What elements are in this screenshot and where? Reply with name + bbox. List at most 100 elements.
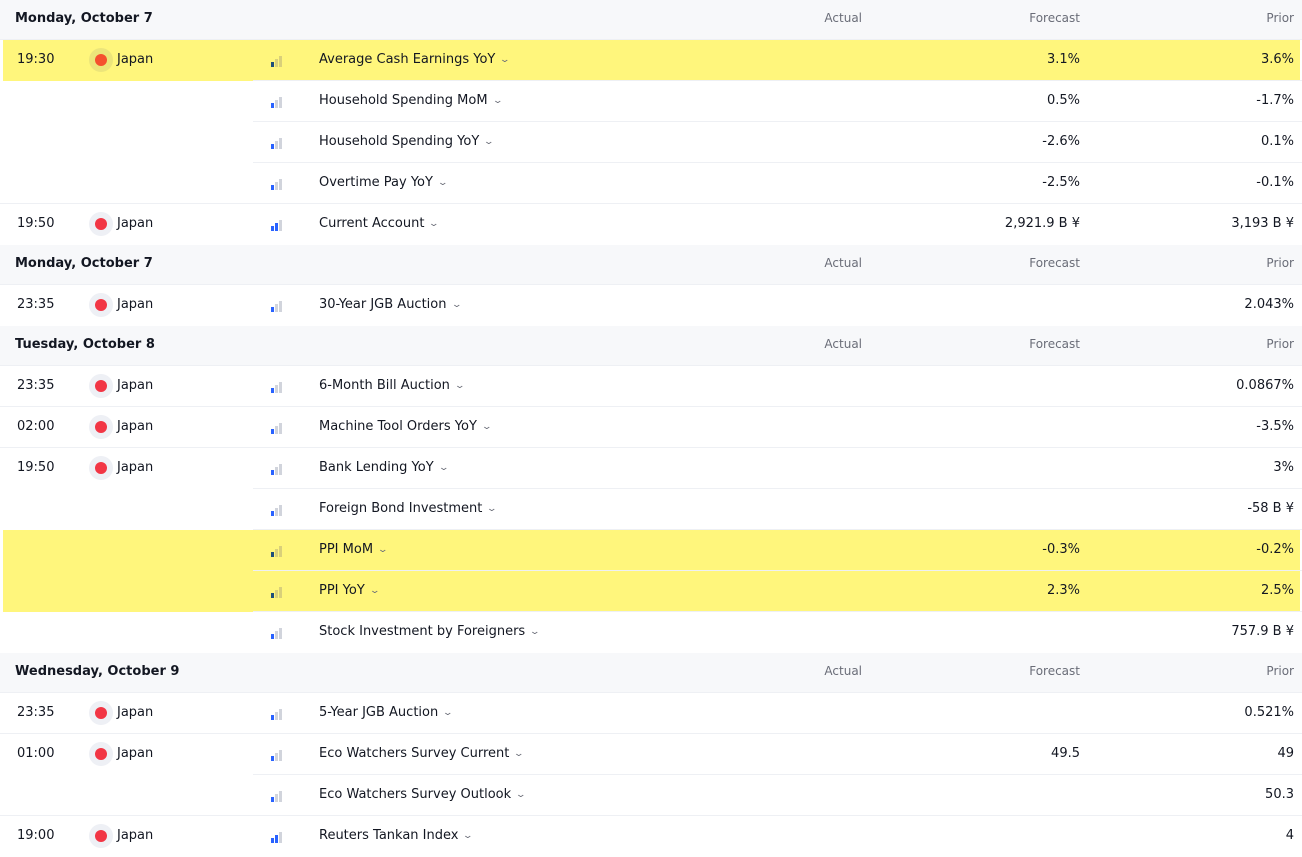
event-name: Household Spending YoY: [319, 134, 480, 149]
chevron-down-icon[interactable]: ⌄: [442, 708, 453, 718]
event-row[interactable]: 19:00 Japan Reuters Tankan Index ⌄ 4: [0, 816, 1302, 857]
importance-bars-icon: [271, 503, 285, 516]
importance-bar-1: [271, 470, 274, 475]
column-actual-label: Actual: [824, 256, 862, 270]
importance-bar-2: [275, 426, 278, 434]
importance-bars-icon: [271, 218, 285, 231]
importance-bar-2: [275, 590, 278, 598]
event-prior: 50.3: [1265, 787, 1294, 802]
japan-flag-icon: [89, 374, 113, 398]
event-prior: 0.1%: [1260, 134, 1294, 149]
importance-bar-1: [271, 797, 274, 802]
importance-bar-3: [279, 220, 282, 231]
importance-bar-3: [279, 628, 282, 639]
importance-bar-1: [271, 715, 274, 720]
chevron-down-icon[interactable]: ⌄: [463, 831, 474, 841]
event-name-button[interactable]: Machine Tool Orders YoY ⌄: [319, 419, 492, 434]
event-time: 19:50: [17, 460, 55, 475]
chevron-down-icon[interactable]: ⌄: [438, 463, 449, 473]
event-prior: -0.1%: [1256, 175, 1294, 190]
column-prior-label: Prior: [1266, 11, 1294, 25]
event-row[interactable]: 19:50 Japan Current Account ⌄ 2,921.9 B ¥…: [0, 204, 1302, 245]
importance-bars-icon: [271, 380, 285, 393]
importance-bars-icon: [271, 544, 285, 557]
importance-bar-2: [275, 712, 278, 720]
event-name-button[interactable]: Eco Watchers Survey Current ⌄: [319, 746, 525, 761]
event-name-button[interactable]: PPI YoY ⌄: [319, 583, 380, 598]
chevron-down-icon[interactable]: ⌄: [481, 422, 492, 432]
event-row[interactable]: 23:35 Japan 5-Year JGB Auction ⌄ 0.521%: [0, 693, 1302, 734]
flag-dot: [95, 299, 107, 311]
importance-bar-2: [275, 59, 278, 67]
chevron-down-icon[interactable]: ⌄: [515, 790, 526, 800]
event-row[interactable]: 01:00 Japan Eco Watchers Survey Current ⌄…: [0, 734, 1302, 775]
chevron-down-icon[interactable]: ⌄: [437, 178, 448, 188]
event-prior: 49: [1277, 746, 1294, 761]
event-row[interactable]: Household Spending YoY ⌄ -2.6% 0.1%: [0, 122, 1302, 163]
chevron-down-icon[interactable]: ⌄: [369, 586, 380, 596]
chevron-down-icon[interactable]: ⌄: [487, 504, 498, 514]
event-name-button[interactable]: Overtime Pay YoY ⌄: [319, 175, 448, 190]
japan-flag-icon: [89, 456, 113, 480]
event-row[interactable]: Household Spending MoM ⌄ 0.5% -1.7%: [0, 81, 1302, 122]
event-country: Japan: [117, 297, 154, 312]
importance-bar-1: [271, 185, 274, 190]
importance-bar-1: [271, 307, 274, 312]
chevron-down-icon[interactable]: ⌄: [492, 96, 503, 106]
event-row[interactable]: Foreign Bond Investment ⌄ -58 B ¥: [0, 489, 1302, 530]
event-row[interactable]: Stock Investment by Foreigners ⌄ 757.9 B …: [0, 612, 1302, 653]
event-row[interactable]: PPI MoM ⌄ -0.3% -0.2%: [0, 530, 1302, 571]
event-prior: 2.043%: [1244, 297, 1294, 312]
event-row[interactable]: 23:35 Japan 6-Month Bill Auction ⌄ 0.0867…: [0, 366, 1302, 407]
event-prior: 3%: [1273, 460, 1294, 475]
importance-bars-icon: [271, 421, 285, 434]
importance-bar-2: [275, 223, 278, 231]
event-name: Current Account: [319, 216, 425, 231]
event-name-button[interactable]: Household Spending MoM ⌄: [319, 93, 503, 108]
event-name-button[interactable]: Reuters Tankan Index ⌄: [319, 828, 474, 843]
event-name-button[interactable]: Average Cash Earnings YoY ⌄: [319, 52, 511, 67]
importance-bar-1: [271, 552, 274, 557]
event-name-button[interactable]: 6-Month Bill Auction ⌄: [319, 378, 465, 393]
economic-calendar: Monday, October 7 Actual Forecast Prior …: [0, 0, 1302, 857]
event-name-button[interactable]: Stock Investment by Foreigners ⌄: [319, 624, 541, 639]
date-header: Monday, October 7 Actual Forecast Prior: [0, 0, 1302, 40]
importance-bar-2: [275, 549, 278, 557]
chevron-down-icon[interactable]: ⌄: [499, 55, 510, 65]
event-row[interactable]: Overtime Pay YoY ⌄ -2.5% -0.1%: [0, 163, 1302, 204]
event-row[interactable]: 23:35 Japan 30-Year JGB Auction ⌄ 2.043%: [0, 285, 1302, 326]
event-time: 23:35: [17, 705, 55, 720]
importance-bar-3: [279, 587, 282, 598]
chevron-down-icon[interactable]: ⌄: [483, 137, 494, 147]
event-name: Average Cash Earnings YoY: [319, 52, 496, 67]
event-row[interactable]: Eco Watchers Survey Outlook ⌄ 50.3: [0, 775, 1302, 816]
event-name-button[interactable]: Foreign Bond Investment ⌄: [319, 501, 498, 516]
column-actual-label: Actual: [824, 337, 862, 351]
flag-dot: [95, 54, 107, 66]
chevron-down-icon[interactable]: ⌄: [377, 545, 388, 555]
column-forecast-label: Forecast: [1029, 664, 1080, 678]
event-name-button[interactable]: 5-Year JGB Auction ⌄: [319, 705, 454, 720]
importance-bar-1: [271, 388, 274, 393]
event-name-button[interactable]: Eco Watchers Survey Outlook ⌄: [319, 787, 527, 802]
event-name-button[interactable]: Bank Lending YoY ⌄: [319, 460, 449, 475]
chevron-down-icon[interactable]: ⌄: [451, 300, 462, 310]
event-row[interactable]: PPI YoY ⌄ 2.3% 2.5%: [0, 571, 1302, 612]
event-row[interactable]: 19:30 Japan Average Cash Earnings YoY ⌄ 3…: [0, 40, 1302, 81]
chevron-down-icon[interactable]: ⌄: [513, 749, 524, 759]
importance-bar-3: [279, 56, 282, 67]
chevron-down-icon[interactable]: ⌄: [529, 627, 540, 637]
event-row[interactable]: 02:00 Japan Machine Tool Orders YoY ⌄ -3.…: [0, 407, 1302, 448]
event-name-button[interactable]: PPI MoM ⌄: [319, 542, 388, 557]
event-row[interactable]: 19:50 Japan Bank Lending YoY ⌄ 3%: [0, 448, 1302, 489]
importance-bar-3: [279, 791, 282, 802]
event-prior: 0.521%: [1244, 705, 1294, 720]
chevron-down-icon[interactable]: ⌄: [429, 219, 440, 229]
event-name-button[interactable]: Current Account ⌄: [319, 216, 440, 231]
chevron-down-icon[interactable]: ⌄: [454, 381, 465, 391]
column-forecast-label: Forecast: [1029, 337, 1080, 351]
event-name-button[interactable]: 30-Year JGB Auction ⌄: [319, 297, 462, 312]
importance-bar-2: [275, 631, 278, 639]
event-name-button[interactable]: Household Spending YoY ⌄: [319, 134, 495, 149]
importance-bars-icon: [271, 54, 285, 67]
